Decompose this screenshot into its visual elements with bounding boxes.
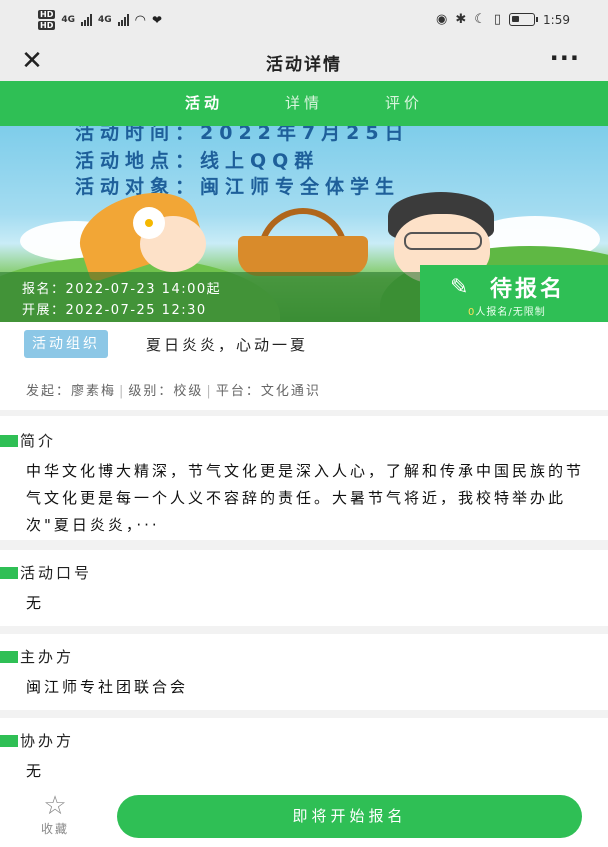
tab-bar: 活动 详情 评价	[0, 81, 608, 126]
tab-details[interactable]: 详情	[254, 81, 354, 126]
status-right: ◉ ✱ ☾ ▯ 1:59	[436, 12, 570, 27]
glasses-illustration	[404, 232, 482, 250]
signup-count-text: 人报名/无限制	[475, 307, 546, 318]
section-marker	[0, 434, 18, 447]
activity-name: 夏日炎炎，心动一夏	[146, 336, 309, 354]
initiator: 发起：廖素梅	[26, 384, 117, 399]
slogan-value: 无	[26, 594, 45, 612]
co-title: 协办方	[20, 732, 75, 750]
slogan-heading: 活动口号	[0, 562, 92, 583]
hd-badges: HD HD	[38, 10, 56, 30]
time-info-bar: 报名：2022-07-23 14:00起 开展：2022-07-25 12:30	[0, 272, 420, 322]
eye-icon: ◉	[435, 12, 448, 27]
pencil-icon: ✎	[450, 275, 469, 300]
host-heading: 主办方	[0, 646, 74, 667]
network-label: 4G	[98, 15, 112, 25]
host-value: 闽江师专社团联合会	[26, 678, 189, 696]
co-heading: 协办方	[0, 730, 74, 751]
activity-meta: 发起：廖素梅 | 级别：校级 | 平台：文化通识	[26, 380, 321, 399]
signal-icon	[81, 14, 92, 26]
favorite-button[interactable]: ☆ 收藏	[30, 792, 80, 837]
divider: |	[119, 384, 126, 399]
status-bar: HD HD 4G 4G ◠ ❤ ◉ ✱ ☾ ▯ 1:59	[0, 0, 608, 44]
hd-badge: HD	[38, 10, 56, 19]
signup-status: 待报名	[490, 277, 566, 302]
host-title: 主办方	[20, 648, 75, 666]
flower-illustration	[136, 210, 162, 236]
vibrate-icon: ▯	[493, 12, 502, 27]
co-value: 无	[26, 762, 45, 780]
intro-text[interactable]: 中华文化博大精深，节气文化更是深入人心，了解和传承中国民族的节气文化更是每一个人…	[26, 458, 586, 539]
network-label: 4G	[61, 15, 75, 25]
favorite-label: 收藏	[40, 822, 69, 836]
slogan-title: 活动口号	[20, 564, 93, 582]
banner-line-time: 活动时间：2022年7月25日	[75, 126, 410, 144]
nav-bar: ✕ 活动详情 ···	[0, 44, 608, 81]
clock: 1:59	[543, 12, 570, 27]
tab-reviews[interactable]: 评价	[354, 81, 454, 126]
start-time: 开展：2022-07-25 12:30	[22, 303, 207, 318]
host-section: 主办方 闽江师专社团联合会	[0, 634, 608, 710]
banner-line-location: 活动地点：线上QQ群	[75, 150, 320, 172]
basket-illustration	[238, 236, 368, 276]
page-title: 活动详情	[266, 55, 342, 75]
intro-section: 简介 中华文化博大精深，节气文化更是深入人心，了解和传承中国民族的节气文化更是每…	[0, 416, 608, 540]
intro-title: 简介	[20, 432, 57, 450]
moon-icon: ☾	[474, 12, 486, 27]
category-tag: 活动组织	[24, 330, 108, 358]
signup-time: 报名：2022-07-23 14:00起	[22, 282, 222, 297]
intro-heading: 简介	[0, 430, 56, 451]
wifi-icon: ◠	[134, 12, 146, 28]
signal-icon	[117, 14, 129, 26]
signup-status-box: ✎ 待报名 0人报名/无限制	[420, 265, 608, 322]
battery-icon	[509, 13, 539, 26]
divider: |	[206, 384, 213, 399]
more-icon[interactable]: ···	[550, 44, 580, 72]
hd-badge: HD	[38, 21, 56, 30]
activity-title-card: 活动组织 夏日炎炎，心动一夏 发起：廖素梅 | 级别：校级 | 平台：文化通识	[0, 322, 608, 410]
section-marker	[0, 734, 18, 747]
heart-icon: ❤	[152, 13, 163, 27]
platform: 平台：文化通识	[215, 384, 321, 399]
slogan-section: 活动口号 无	[0, 550, 608, 626]
level: 级别：校级	[128, 384, 204, 399]
banner-line-audience: 活动对象：闽江师专全体学生	[75, 176, 401, 198]
section-marker	[0, 566, 18, 579]
bluetooth-icon: ✱	[455, 12, 467, 27]
section-marker	[0, 650, 18, 663]
status-left: HD HD 4G 4G ◠ ❤	[38, 10, 162, 30]
signup-count: 0人报名/无限制	[468, 303, 546, 318]
star-icon[interactable]: ☆	[30, 792, 80, 820]
tab-activity[interactable]: 活动	[154, 81, 254, 126]
signup-button[interactable]: 即将开始报名	[117, 795, 582, 838]
